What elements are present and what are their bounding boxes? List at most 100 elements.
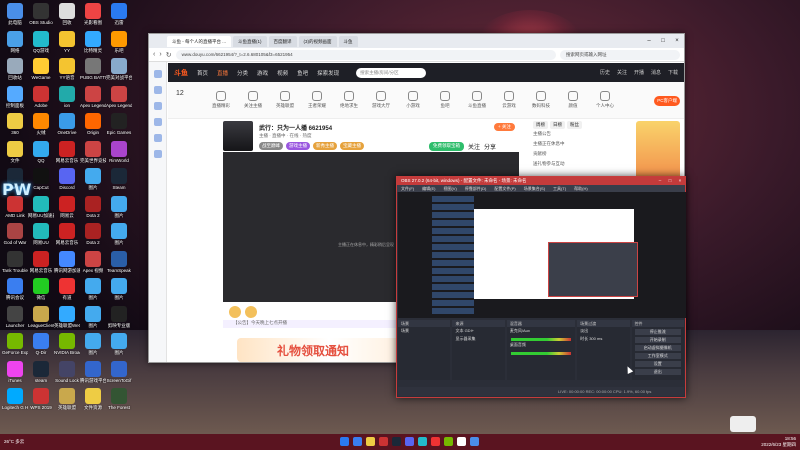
category-item[interactable]: 小游戏: [400, 91, 426, 109]
sidebar-icon[interactable]: [153, 134, 162, 142]
desktop-icon[interactable]: iTunes: [2, 360, 28, 389]
desktop-icon[interactable]: ion: [54, 85, 80, 114]
desktop-icon[interactable]: Steam: [106, 168, 132, 196]
nav-home[interactable]: 首页: [197, 69, 208, 77]
desktop-icon[interactable]: QQ游戏: [28, 30, 54, 59]
desktop-icon[interactable]: Apex Legends: [80, 85, 106, 114]
exit-button[interactable]: 退出: [634, 369, 681, 375]
category-item[interactable]: 王者荣耀: [304, 91, 330, 109]
desktop-icon[interactable]: 火绒: [28, 113, 54, 141]
category-item[interactable]: 颜值: [560, 91, 586, 109]
download-icon[interactable]: 下载: [668, 69, 678, 76]
browser-tab[interactable]: (3)的视频画面: [298, 35, 337, 47]
transition-select[interactable]: 淡出: [577, 327, 629, 335]
desktop-icon[interactable]: Epic Games: [106, 113, 132, 141]
taskbar-app-icon[interactable]: [444, 437, 453, 446]
tray-mascot[interactable]: [730, 416, 756, 432]
reload-icon[interactable]: ↻: [166, 51, 172, 59]
obs-menu-item[interactable]: 配置文件(P): [494, 185, 515, 192]
obs-menu-item[interactable]: 停靠部件(D): [465, 185, 487, 192]
browser-tab[interactable]: 斗鱼: [338, 35, 358, 47]
desktop-icon[interactable]: WeGame: [28, 58, 54, 86]
sidebar-icon[interactable]: [153, 118, 162, 126]
site-logo[interactable]: 斗鱼: [174, 68, 188, 78]
obs-window[interactable]: OBS 27.0.2 (64-bit, windows) - 配置文件: 未命名…: [396, 176, 686, 398]
nav-category[interactable]: 分类: [237, 69, 248, 77]
gift-icon[interactable]: [245, 306, 257, 318]
taskbar-app-icon[interactable]: [379, 437, 388, 446]
desktop-icon[interactable]: 网易云音乐: [28, 250, 54, 279]
nav-games[interactable]: 游戏: [257, 69, 268, 77]
nav-discover[interactable]: 探索发现: [317, 69, 339, 77]
obs-menu-item[interactable]: 视图(V): [443, 185, 456, 192]
desktop-icon[interactable]: 迅雷: [106, 3, 132, 31]
treasure-button[interactable]: 免费领取宝箱: [429, 142, 464, 151]
desktop-icon[interactable]: 网易云音乐: [54, 223, 80, 251]
desktop-icon[interactable]: 网络: [2, 30, 28, 59]
sidebar-icon[interactable]: [153, 150, 162, 158]
history-icon[interactable]: 历史: [600, 69, 610, 76]
desktop-icon[interactable]: 乐吧: [106, 30, 132, 59]
desktop-icon[interactable]: God of War: [2, 223, 28, 251]
volume-meter[interactable]: [510, 352, 572, 355]
taskbar-app-icon[interactable]: [418, 437, 427, 446]
taskbar-app-icon[interactable]: [340, 437, 349, 446]
desktop-icon[interactable]: LeagueClient: [28, 305, 54, 334]
settings-button[interactable]: 设置: [634, 361, 681, 367]
desktop-icon[interactable]: YY语音: [54, 58, 80, 86]
tab-weekly[interactable]: 周榜: [533, 121, 548, 129]
desktop-icon[interactable]: 图片: [80, 278, 106, 306]
transition-duration[interactable]: 时长 300 ms: [577, 335, 629, 343]
weather-widget[interactable]: 26°C 多云: [0, 439, 24, 445]
forward-icon[interactable]: ›: [159, 51, 161, 58]
obs-preview[interactable]: [398, 192, 686, 318]
start-recording-button[interactable]: 开始录制: [634, 337, 681, 343]
back-icon[interactable]: ‹: [153, 51, 155, 58]
desktop-icon[interactable]: 有道: [54, 278, 80, 306]
desktop-icon[interactable]: 网易云: [54, 195, 80, 224]
desktop-icon[interactable]: 英雄联盟WeGame版: [54, 305, 80, 334]
pc-client-button[interactable]: PC客户端: [654, 96, 680, 106]
obs-menu-item[interactable]: 工具(T): [553, 185, 566, 192]
desktop-icon[interactable]: 微信: [28, 278, 54, 306]
taskbar-app-icon[interactable]: [366, 437, 375, 446]
scene-item[interactable]: 场景: [398, 327, 450, 335]
studio-mode-button[interactable]: 工作室模式: [634, 353, 681, 359]
desktop-icon[interactable]: 光影看图: [80, 3, 106, 31]
desktop-icon[interactable]: The Forest: [106, 388, 132, 416]
avatar[interactable]: [223, 121, 253, 151]
tab-daily[interactable]: 日榜: [550, 121, 565, 129]
gift-icon[interactable]: [229, 306, 241, 318]
tab-fans[interactable]: 粉丝: [567, 121, 582, 129]
desktop-icon[interactable]: Origin: [80, 113, 106, 141]
nav-yuba[interactable]: 鱼吧: [297, 69, 308, 77]
desktop-icon[interactable]: 剪映专业版: [106, 305, 132, 334]
desktop-icon[interactable]: steam: [28, 360, 54, 389]
minimize-icon[interactable]: –: [642, 36, 656, 47]
message-icon[interactable]: 消息: [651, 69, 661, 76]
category-item[interactable]: 鱼吧: [432, 91, 458, 109]
clock[interactable]: 18:56 2022/6/23 星期四: [761, 436, 796, 448]
desktop-icon[interactable]: Apex Legends: [106, 85, 132, 114]
desktop-icon[interactable]: Tank Trouble: [2, 250, 28, 279]
taskbar-app-icon[interactable]: [470, 437, 479, 446]
follow-action[interactable]: 关注: [468, 142, 480, 151]
desktop-icon[interactable]: Sound Lock: [54, 360, 80, 389]
desktop-icon[interactable]: 比特精灵: [80, 30, 106, 59]
browser-tab[interactable]: 斗鱼直播(1): [233, 35, 267, 47]
follow-icon[interactable]: 关注: [617, 69, 627, 76]
desktop-icon[interactable]: 回收: [54, 3, 80, 31]
virtual-camera-button[interactable]: 启动虚拟摄像机: [634, 345, 681, 351]
category-item[interactable]: 绝地求生: [336, 91, 362, 109]
url-input[interactable]: www.douyu.com/6621954/?_t=2.6.680105&f3=…: [175, 49, 556, 60]
desktop-icon[interactable]: 英雄联盟: [54, 388, 80, 416]
close-icon[interactable]: ×: [670, 36, 684, 47]
desktop-icon[interactable]: Dota 2: [80, 223, 106, 251]
desktop-icon[interactable]: CapCut: [28, 168, 54, 196]
desktop-icon[interactable]: 文件资源: [80, 388, 106, 416]
desktop-icon[interactable]: 图片: [106, 278, 132, 306]
nav-live[interactable]: 直播: [217, 69, 228, 77]
desktop-icon[interactable]: Logitech G HUB: [2, 388, 28, 416]
maximize-icon[interactable]: □: [656, 36, 670, 47]
desktop-icon[interactable]: 完美对战平台: [106, 58, 132, 86]
